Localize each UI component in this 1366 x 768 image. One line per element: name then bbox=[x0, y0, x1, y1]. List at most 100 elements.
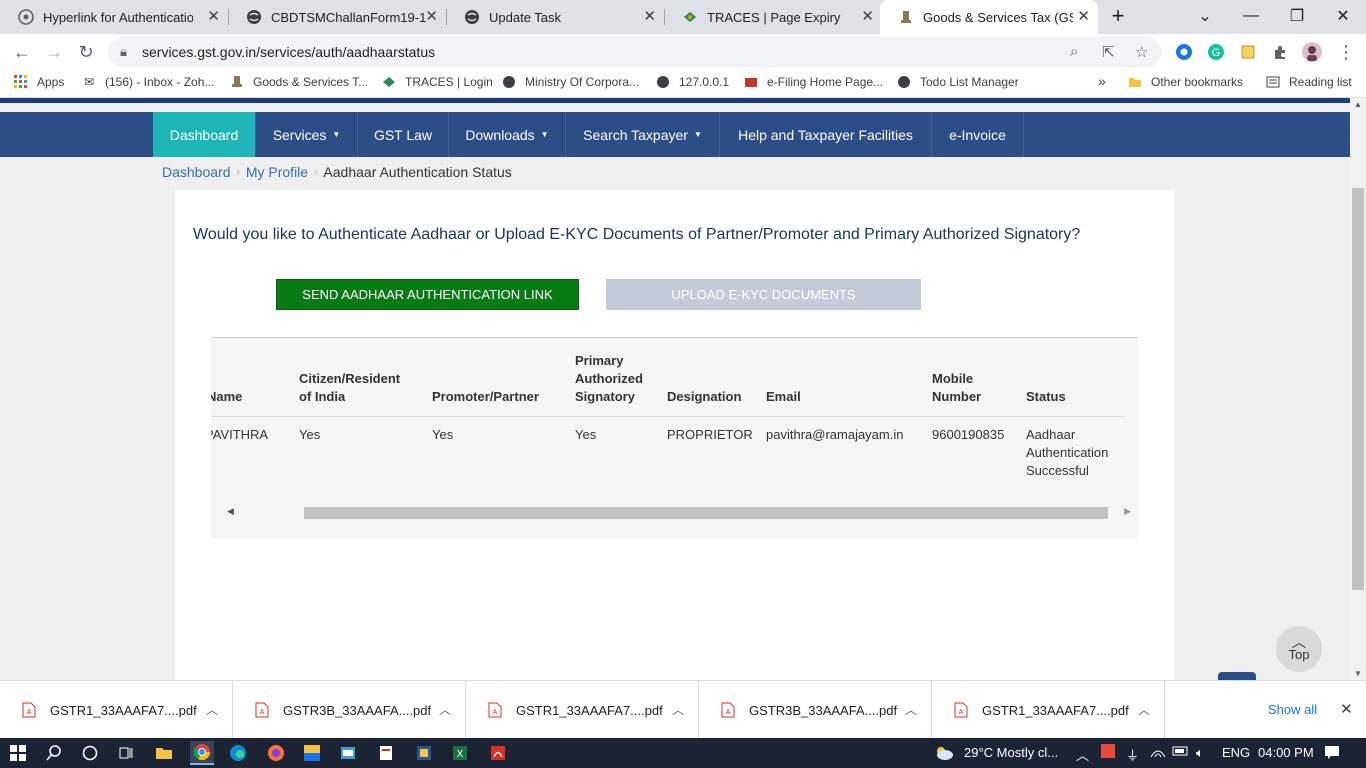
nav-gst-law[interactable]: GST Law bbox=[358, 112, 449, 157]
lock-icon[interactable]: 🔒︎ bbox=[120, 44, 127, 60]
show-all-button[interactable]: Show all bbox=[1268, 702, 1317, 717]
upload-ekyc-button[interactable]: UPLOAD E-KYC DOCUMENTS bbox=[606, 279, 921, 310]
scroll-down-icon[interactable]: ▼ bbox=[1354, 669, 1362, 678]
close-icon[interactable]: ✕ bbox=[1340, 700, 1353, 718]
download-item[interactable]: A GSTR3B_33AAAFA....pdf ︿ bbox=[233, 681, 466, 739]
bookmark-gst[interactable]: Goods & Services T... bbox=[230, 75, 368, 89]
nav-dashboard[interactable]: Dashboard bbox=[153, 112, 256, 157]
firefox-icon[interactable] bbox=[264, 741, 288, 765]
bookmarks-overflow[interactable]: » bbox=[1098, 73, 1106, 89]
nav-services[interactable]: Services ▼ bbox=[256, 112, 358, 157]
wifi-icon[interactable] bbox=[1150, 745, 1166, 762]
back-icon[interactable]: ← bbox=[10, 40, 34, 64]
excel-icon[interactable]: X bbox=[448, 741, 472, 765]
task-view-icon[interactable] bbox=[114, 741, 138, 765]
chevron-up-icon[interactable]: ︿ bbox=[1076, 745, 1089, 764]
tab-gst-active[interactable]: Goods & Services Tax (GST) | ✕ bbox=[880, 0, 1098, 34]
scrollbar-thumb[interactable] bbox=[1352, 188, 1364, 590]
acrobat-icon[interactable] bbox=[486, 741, 510, 765]
weather-cloud-icon[interactable] bbox=[932, 741, 956, 765]
cortana-icon[interactable] bbox=[78, 741, 102, 765]
url-text[interactable]: services.gst.gov.in/services/auth/aadhaa… bbox=[142, 44, 435, 60]
tab-traces[interactable]: TRACES | Page Expiry ✕ bbox=[664, 0, 882, 34]
nav-downloads[interactable]: Downloads ▼ bbox=[449, 112, 566, 157]
notification-icon[interactable] bbox=[1324, 745, 1340, 762]
bookmark-todo[interactable]: Todo List Manager bbox=[897, 75, 1019, 89]
volume-icon[interactable]: 🔈︎ bbox=[1196, 745, 1204, 761]
reading-list[interactable]: Reading list bbox=[1266, 75, 1352, 89]
bookmark-zoho-inbox[interactable]: ✉ (156) - Inbox - Zoh... bbox=[82, 75, 214, 89]
close-icon[interactable]: ✕ bbox=[861, 9, 874, 25]
close-icon[interactable]: ✕ bbox=[425, 9, 438, 25]
download-item[interactable]: A GSTR1_33AAAFA7....pdf ︿ bbox=[932, 681, 1165, 739]
tab-hyperlink[interactable]: Hyperlink for Authentication ✕ bbox=[0, 0, 228, 34]
scrollbar-thumb[interactable] bbox=[304, 507, 1108, 519]
scroll-right-icon[interactable]: ▶ bbox=[1124, 506, 1131, 517]
reload-icon[interactable]: ↻ bbox=[74, 40, 98, 64]
address-bar[interactable]: 🔒︎ services.gst.gov.in/services/auth/aad… bbox=[108, 37, 1162, 67]
forward-icon[interactable]: → bbox=[42, 40, 66, 64]
menu-icon[interactable]: ⋮ bbox=[1334, 40, 1358, 64]
search-icon[interactable] bbox=[42, 741, 66, 765]
feedback-tab[interactable] bbox=[1218, 672, 1256, 680]
back-to-top-button[interactable]: ︿ Top bbox=[1276, 626, 1322, 672]
chevron-up-icon[interactable]: ︿ bbox=[672, 701, 684, 718]
zoom-icon[interactable]: ⌕ bbox=[1070, 43, 1078, 60]
app-doc-icon[interactable] bbox=[374, 741, 398, 765]
bookmark-apps[interactable]: Apps bbox=[14, 75, 64, 89]
profile-avatar[interactable] bbox=[1300, 40, 1324, 64]
app-square-icon[interactable] bbox=[412, 741, 436, 765]
chevron-up-icon[interactable]: ︿ bbox=[905, 701, 917, 718]
weather-text[interactable]: 29°C Mostly cl... bbox=[964, 745, 1058, 760]
page-vertical-scrollbar[interactable]: ▲ ▼ bbox=[1350, 98, 1366, 680]
tab-update-task[interactable]: Update Task ✕ bbox=[446, 0, 664, 34]
nav-e-invoice[interactable]: e-Invoice bbox=[932, 112, 1024, 157]
battery-icon[interactable] bbox=[1172, 745, 1190, 760]
new-tab-button[interactable]: + bbox=[1096, 0, 1140, 32]
minimize-button[interactable]: — bbox=[1228, 0, 1274, 32]
app-tile-icon[interactable] bbox=[300, 741, 324, 765]
bookmark-efiling[interactable]: e-Filing Home Page... bbox=[744, 75, 883, 89]
close-window-button[interactable]: ✕ bbox=[1320, 0, 1366, 32]
download-item[interactable]: A GSTR3B_33AAAFA....pdf ︿ bbox=[699, 681, 932, 739]
restore-button[interactable]: ❐ bbox=[1274, 0, 1320, 32]
close-icon[interactable]: ✕ bbox=[643, 9, 656, 25]
clock[interactable]: 04:00 PM bbox=[1258, 745, 1314, 760]
other-bookmarks[interactable]: Other bookmarks bbox=[1128, 75, 1243, 89]
share-icon[interactable]: ⇱ bbox=[1102, 43, 1115, 61]
breadcrumb-my-profile[interactable]: My Profile bbox=[246, 164, 308, 180]
nav-help[interactable]: Help and Taxpayer Facilities bbox=[720, 112, 932, 157]
edge-icon[interactable] bbox=[226, 741, 250, 765]
language-indicator[interactable]: ENG bbox=[1222, 745, 1250, 760]
tray-app-icon[interactable] bbox=[1101, 744, 1115, 761]
close-icon[interactable]: ✕ bbox=[1077, 9, 1090, 25]
usb-icon[interactable]: ⏚ bbox=[1126, 745, 1139, 764]
download-item[interactable]: A GSTR1_33AAAFA7....pdf ︿ bbox=[0, 681, 233, 739]
app-window-icon[interactable] bbox=[336, 741, 360, 765]
extension-blue-icon[interactable] bbox=[1172, 40, 1196, 64]
bookmark-traces[interactable]: TRACES | Login bbox=[382, 75, 493, 89]
nav-search-taxpayer[interactable]: Search Taxpayer ▼ bbox=[566, 112, 720, 157]
scroll-up-icon[interactable]: ▲ bbox=[1354, 100, 1362, 109]
close-icon[interactable]: ✕ bbox=[207, 9, 220, 25]
extensions-puzzle-icon[interactable] bbox=[1268, 40, 1292, 64]
file-explorer-icon[interactable] bbox=[152, 741, 176, 765]
chevron-up-icon[interactable]: ︿ bbox=[439, 701, 451, 718]
scroll-left-icon[interactable]: ◀ bbox=[227, 506, 234, 517]
tab-challan[interactable]: CBDTSMChallanForm19-12-2 ✕ bbox=[228, 0, 446, 34]
table-horizontal-scrollbar[interactable]: ◀ ▶ bbox=[223, 504, 1131, 520]
download-item[interactable]: A GSTR1_33AAAFA7....pdf ︿ bbox=[466, 681, 699, 739]
bookmark-mca[interactable]: Ministry Of Corpora... bbox=[502, 75, 639, 89]
send-aadhaar-link-button[interactable]: SEND AADHAAR AUTHENTICATION LINK bbox=[276, 279, 579, 310]
breadcrumb-dashboard[interactable]: Dashboard bbox=[162, 164, 231, 180]
chrome-icon[interactable] bbox=[190, 741, 214, 765]
grammarly-icon[interactable]: G bbox=[1204, 40, 1228, 64]
chevron-up-icon[interactable]: ︿ bbox=[206, 701, 218, 718]
windows-start-icon[interactable] bbox=[6, 741, 30, 765]
pdf-icon: A bbox=[22, 702, 36, 718]
star-icon[interactable]: ☆ bbox=[1135, 43, 1148, 61]
notes-icon[interactable] bbox=[1236, 40, 1260, 64]
bookmark-localhost[interactable]: 127.0.0.1 bbox=[656, 75, 729, 89]
chevron-up-icon[interactable]: ︿ bbox=[1138, 701, 1150, 718]
tab-search-icon[interactable]: ⌄ bbox=[1182, 0, 1228, 32]
